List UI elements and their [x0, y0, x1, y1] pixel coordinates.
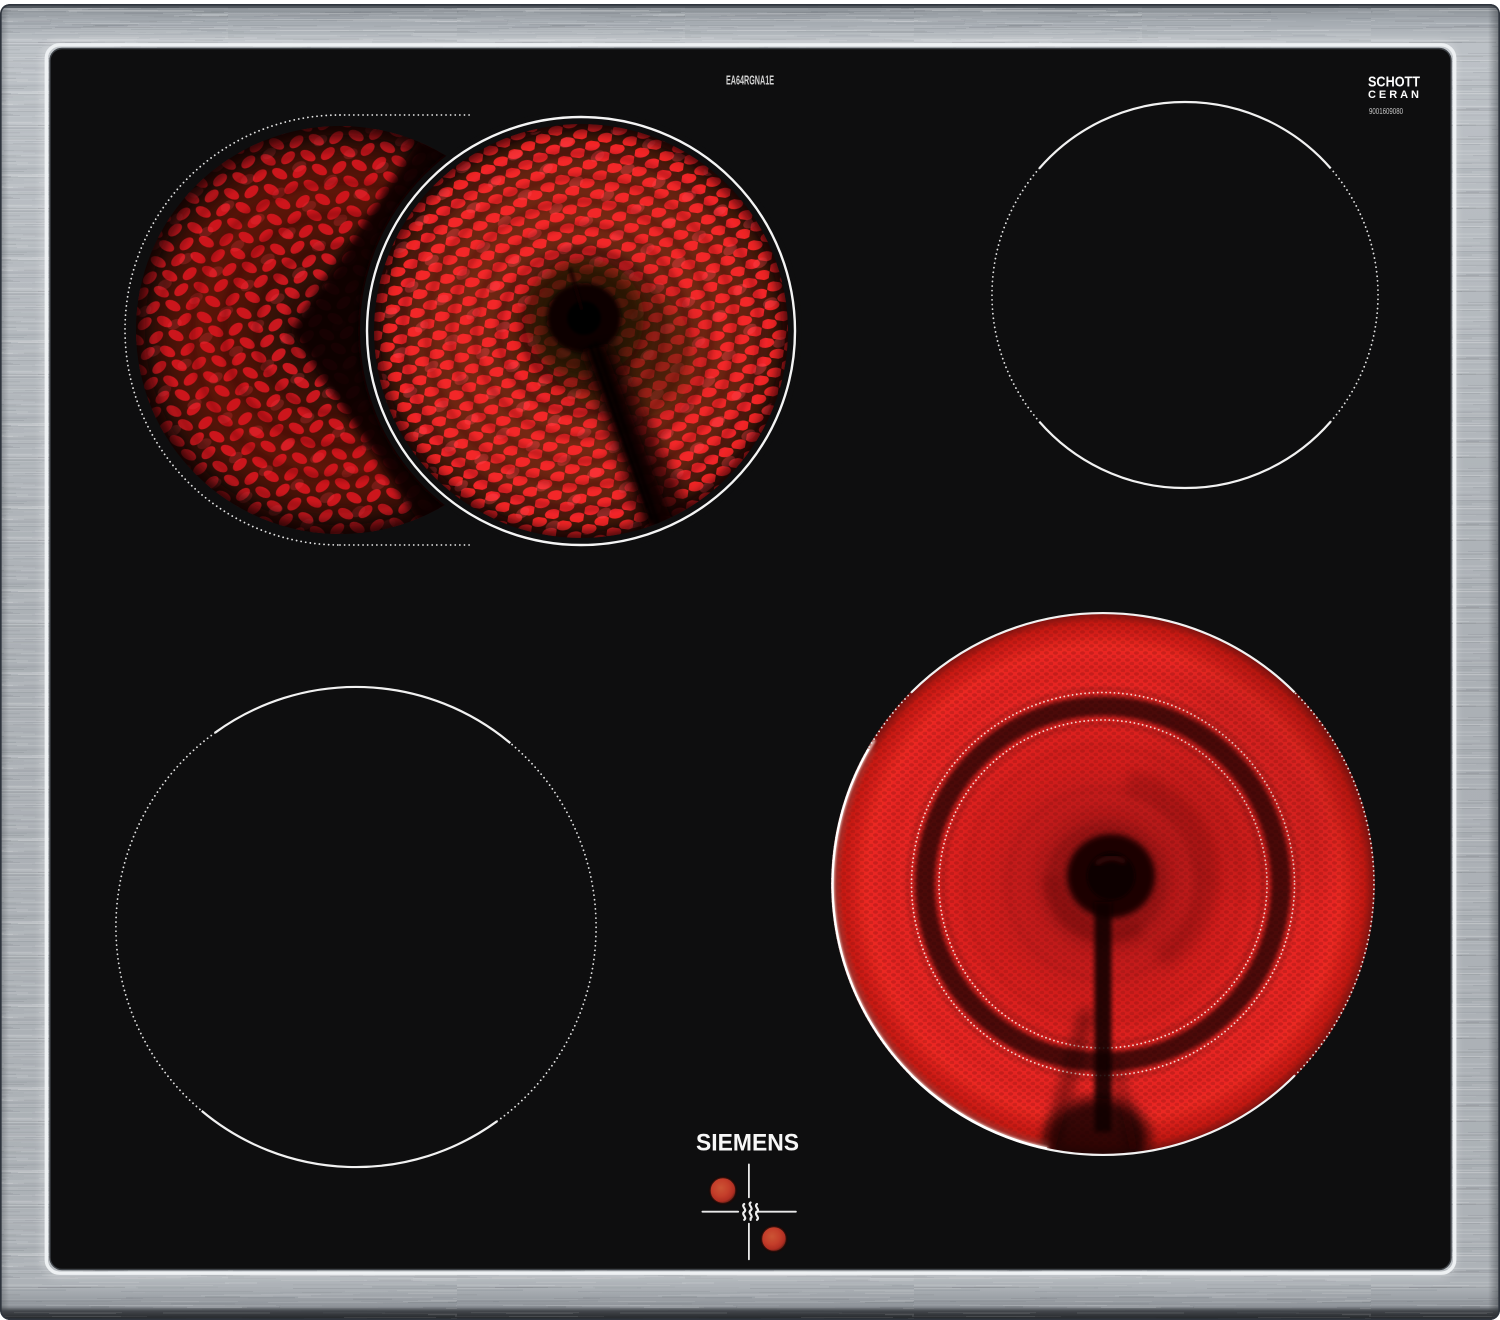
svg-text:SCHOTT: SCHOTT — [1368, 74, 1420, 91]
svg-text:EA64RGNA1E: EA64RGNA1E — [726, 73, 774, 88]
svg-text:9001609080: 9001609080 — [1369, 107, 1403, 116]
svg-text:SIEMENS: SIEMENS — [696, 1130, 799, 1157]
svg-text:CERAN: CERAN — [1368, 89, 1419, 101]
